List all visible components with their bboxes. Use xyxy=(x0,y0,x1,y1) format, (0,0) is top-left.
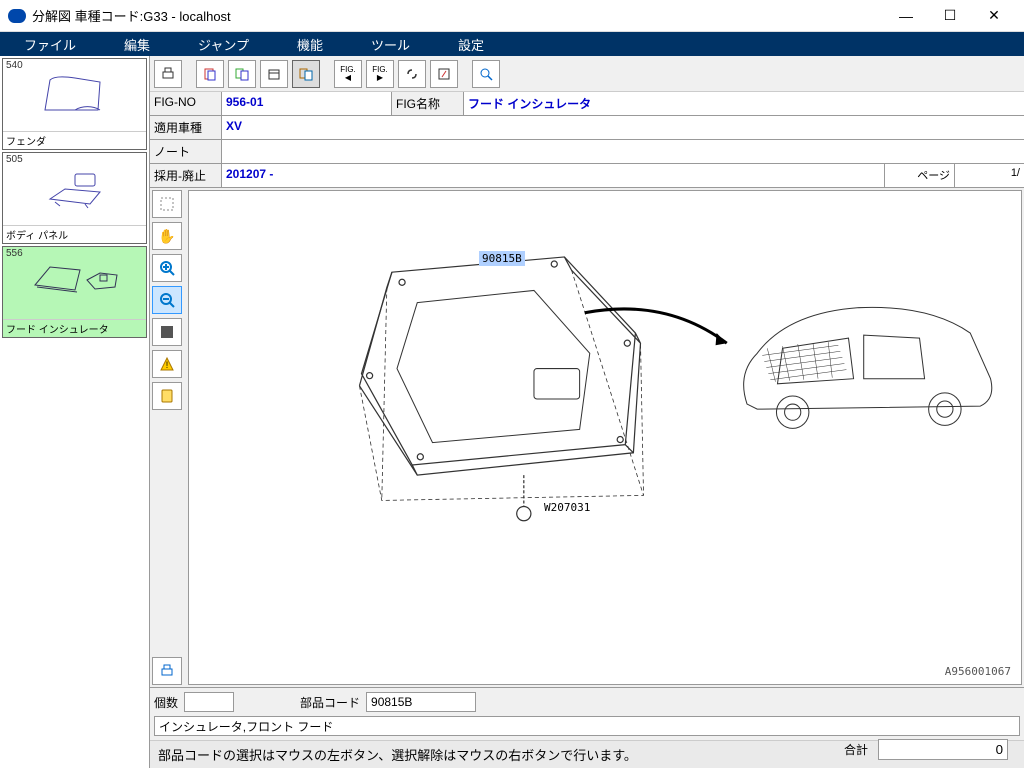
qty-label: 個数 xyxy=(154,694,178,711)
pan-tool[interactable]: ✋ xyxy=(152,222,182,250)
app-logo-icon xyxy=(8,9,26,23)
menu-settings[interactable]: 設定 xyxy=(434,32,508,56)
diagram-canvas[interactable]: 90815B W207031 A956001067 xyxy=(188,190,1022,685)
note-value xyxy=(222,140,1024,163)
page-value: 1/ xyxy=(954,164,1024,187)
thumbnail-505[interactable]: 505 ボディ パネル xyxy=(2,152,147,244)
diagram-svg xyxy=(189,191,1021,566)
close-button[interactable]: ✕ xyxy=(972,1,1016,31)
vertical-toolbar: ✋ ! xyxy=(150,188,186,687)
callout-part-code[interactable]: 90815B xyxy=(479,251,525,266)
fit-button[interactable] xyxy=(152,318,182,346)
print2-button[interactable] xyxy=(152,657,182,685)
select-tool[interactable] xyxy=(152,190,182,218)
note-label: ノート xyxy=(150,140,222,163)
bottom-panel: 個数 部品コード xyxy=(150,687,1024,740)
maximize-button[interactable]: ☐ xyxy=(928,1,972,31)
note-button[interactable] xyxy=(152,382,182,410)
thumb-image xyxy=(3,59,146,131)
figno-value: 956-01 xyxy=(222,92,392,115)
thumb-image xyxy=(3,153,146,225)
drawing-id: A956001067 xyxy=(945,665,1011,678)
tool-search[interactable] xyxy=(472,60,500,88)
partcode-label: 部品コード xyxy=(300,694,360,711)
figno-label: FIG-NO xyxy=(150,92,222,115)
menu-jump[interactable]: ジャンプ xyxy=(174,32,273,56)
menu-function[interactable]: 機能 xyxy=(273,32,347,56)
print-button[interactable] xyxy=(154,60,182,88)
window-title: 分解図 車種コード:G33 - localhost xyxy=(32,6,884,25)
footer: 合計 xyxy=(844,739,1008,760)
thumb-label: フード インシュレータ xyxy=(3,319,146,337)
qty-input[interactable] xyxy=(184,692,234,712)
total-label: 合計 xyxy=(844,741,868,758)
page-label: ページ xyxy=(884,164,954,187)
warn-button[interactable]: ! xyxy=(152,350,182,378)
tool-copy1[interactable] xyxy=(196,60,224,88)
tool-copy3[interactable] xyxy=(260,60,288,88)
adopt-label: 採用-廃止 xyxy=(150,164,222,187)
workarea: ✋ ! xyxy=(150,188,1024,687)
tool-fig-prev[interactable]: FIG.◀ xyxy=(334,60,362,88)
menu-tool[interactable]: ツール xyxy=(347,32,434,56)
thumb-image xyxy=(3,247,146,319)
zoom-out-button[interactable] xyxy=(152,286,182,314)
zoom-in-button[interactable] xyxy=(152,254,182,282)
figname-label: FIG名称 xyxy=(392,92,464,115)
thumb-number: 505 xyxy=(6,154,23,165)
tool-fig-next[interactable]: FIG.▶ xyxy=(366,60,394,88)
content-pane: FIG.◀ FIG.▶ FIG-NO 956-01 FIG名称 フード インシュ… xyxy=(150,56,1024,768)
svg-text:!: ! xyxy=(166,360,169,370)
partcode-input[interactable] xyxy=(366,692,476,712)
minimize-button[interactable]: — xyxy=(884,1,928,31)
menu-file[interactable]: ファイル xyxy=(0,32,100,56)
tool-link2[interactable] xyxy=(430,60,458,88)
thumb-number: 556 xyxy=(6,248,23,259)
thumb-label: ボディ パネル xyxy=(3,225,146,243)
thumb-number: 540 xyxy=(6,60,23,71)
model-label: 適用車種 xyxy=(150,116,222,139)
description-input[interactable] xyxy=(154,716,1020,736)
main-area: 540 フェンダ 505 ボディ パネル 556 フード インシュレータ xyxy=(0,56,1024,768)
figname-value: フード インシュレータ xyxy=(464,92,1024,115)
total-value xyxy=(878,739,1008,760)
info-panel: FIG-NO 956-01 FIG名称 フード インシュレータ 適用車種 XV … xyxy=(150,92,1024,188)
tool-copy2[interactable] xyxy=(228,60,256,88)
thumbnail-540[interactable]: 540 フェンダ xyxy=(2,58,147,150)
main-toolbar: FIG.◀ FIG.▶ xyxy=(150,56,1024,92)
thumb-label: フェンダ xyxy=(3,131,146,149)
menubar: ファイル 編集 ジャンプ 機能 ツール 設定 xyxy=(0,32,1024,56)
callout-clip-code[interactable]: W207031 xyxy=(544,501,590,514)
model-value: XV xyxy=(222,116,1024,139)
adopt-value: 201207 - xyxy=(222,164,884,187)
titlebar: 分解図 車種コード:G33 - localhost — ☐ ✕ xyxy=(0,0,1024,32)
tool-link1[interactable] xyxy=(398,60,426,88)
tool-copy4[interactable] xyxy=(292,60,320,88)
thumbnail-sidebar: 540 フェンダ 505 ボディ パネル 556 フード インシュレータ xyxy=(0,56,150,768)
menu-edit[interactable]: 編集 xyxy=(100,32,174,56)
thumbnail-556[interactable]: 556 フード インシュレータ xyxy=(2,246,147,338)
